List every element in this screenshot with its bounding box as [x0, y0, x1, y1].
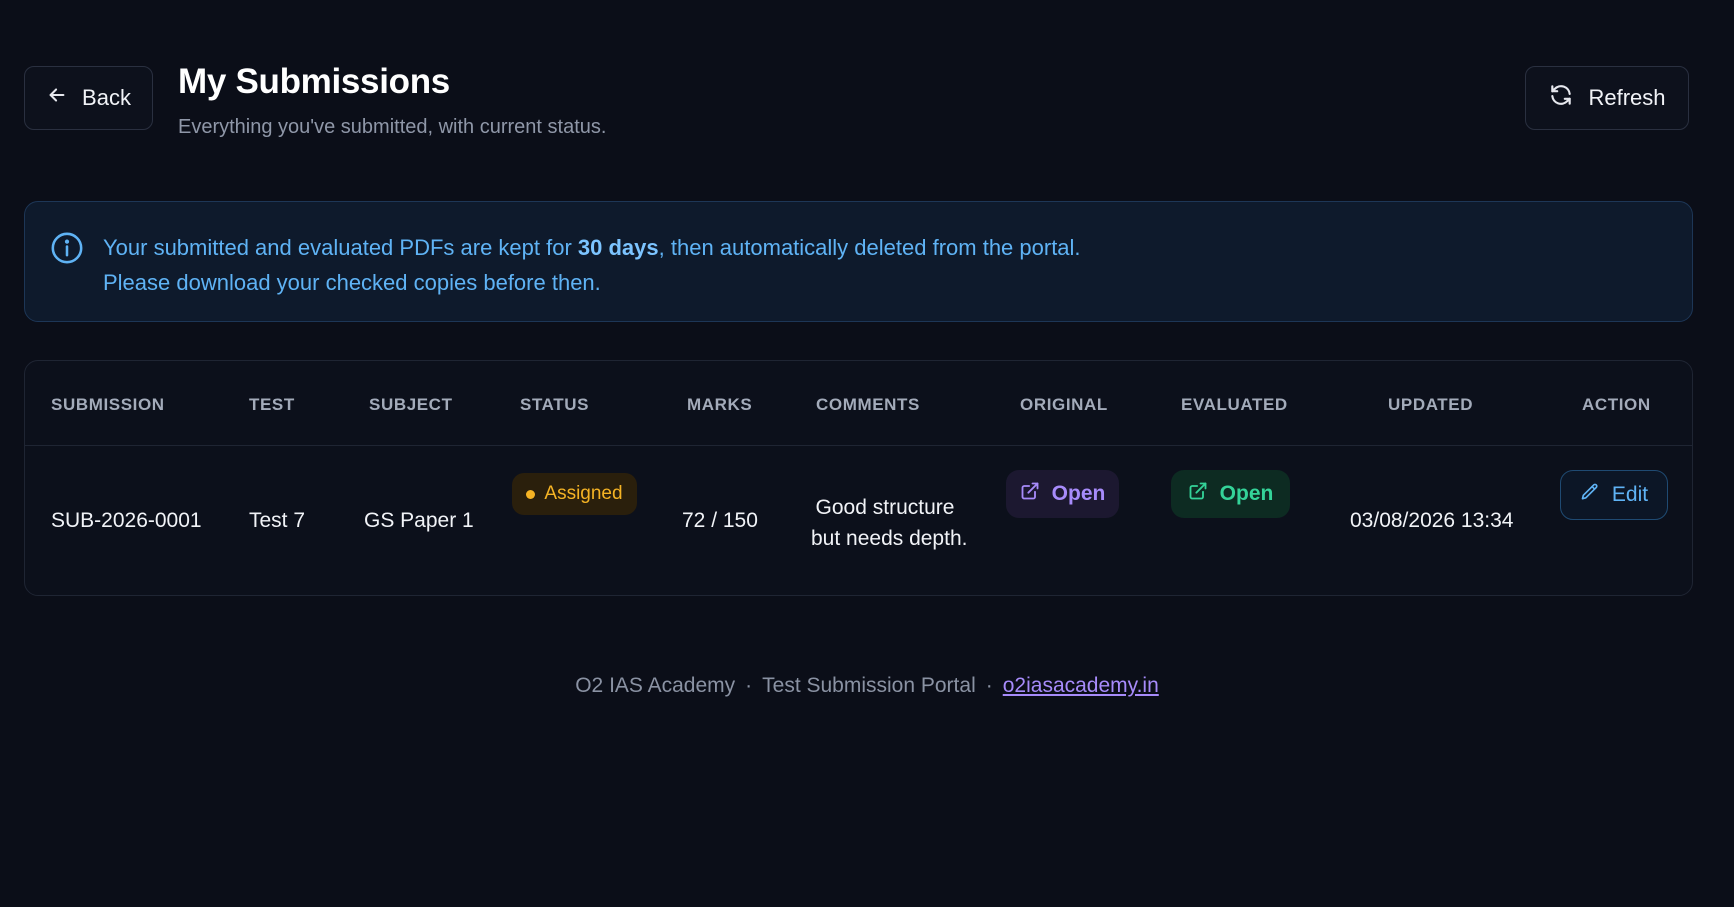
refresh-button-label: Refresh — [1588, 85, 1666, 110]
notice-suffix: , then automatically deleted from the po… — [658, 235, 1081, 260]
page: Back My Submissions Everything you've su… — [0, 0, 1734, 907]
retention-notice-text: Your submitted and evaluated PDFs are ke… — [103, 230, 1081, 300]
column-marks: MARKS — [687, 395, 753, 414]
comments-line1: Good structure — [815, 496, 955, 519]
arrow-left-icon — [46, 84, 68, 112]
edit-button-label: Edit — [1611, 483, 1649, 506]
column-status: STATUS — [520, 395, 590, 414]
info-icon — [50, 231, 84, 270]
updated-timestamp: 03/08/2026 13:34 — [1350, 509, 1514, 532]
subject-name: GS Paper 1 — [364, 509, 474, 532]
back-button[interactable]: Back — [24, 66, 153, 130]
refresh-button[interactable]: Refresh — [1525, 66, 1689, 130]
page-subtitle: Everything you've submitted, with curren… — [178, 116, 607, 138]
status-dot-icon — [526, 489, 536, 499]
footer-portal: Test Submission Portal — [762, 674, 976, 697]
status-label: Assigned — [544, 483, 623, 504]
footer-separator: · — [745, 674, 753, 697]
retention-days: 30 days — [577, 235, 659, 260]
column-comments: COMMENTS — [816, 395, 920, 414]
column-test: TEST — [249, 395, 295, 414]
page-title: My Submissions — [178, 62, 450, 101]
refresh-icon — [1548, 82, 1574, 114]
open-evaluated-label: Open — [1219, 482, 1274, 505]
footer: O2 IAS Academy · Test Submission Portal … — [0, 674, 1734, 698]
status-badge: Assigned — [512, 473, 637, 515]
column-evaluated: EVALUATED — [1181, 395, 1288, 414]
footer-website-link[interactable]: o2iasacademy.in — [1003, 674, 1159, 698]
open-original-label: Open — [1051, 482, 1106, 505]
column-updated: UPDATED — [1388, 395, 1474, 414]
footer-org: O2 IAS Academy — [575, 674, 736, 697]
column-original: ORIGINAL — [1020, 395, 1108, 414]
retention-notice-line1: Your submitted and evaluated PDFs are ke… — [103, 230, 1081, 265]
test-name: Test 7 — [249, 509, 306, 532]
edit-button[interactable]: Edit — [1560, 470, 1668, 520]
back-button-label: Back — [82, 85, 131, 110]
marks-value: 72 / 150 — [682, 509, 758, 532]
comments-line2: but needs depth. — [811, 527, 968, 550]
submissions-table: SUBMISSION TEST SUBJECT STATUS MARKS COM… — [24, 360, 1693, 596]
retention-notice-line2: Please download your checked copies befo… — [103, 270, 601, 295]
comments-cell: Good structure but needs depth. — [811, 492, 968, 554]
notice-prefix: Your submitted and evaluated PDFs are ke… — [103, 235, 578, 260]
column-subject: SUBJECT — [369, 395, 453, 414]
external-link-icon — [1020, 481, 1040, 507]
pencil-icon — [1580, 482, 1600, 508]
open-evaluated-button[interactable]: Open — [1171, 470, 1290, 518]
open-original-button[interactable]: Open — [1006, 470, 1119, 518]
column-submission: SUBMISSION — [51, 395, 165, 414]
footer-separator: · — [985, 674, 993, 697]
retention-notice: Your submitted and evaluated PDFs are ke… — [24, 201, 1693, 322]
column-action: ACTION — [1582, 395, 1651, 414]
external-link-icon — [1188, 481, 1208, 507]
submission-id: SUB-2026-0001 — [51, 509, 202, 532]
table-header: SUBMISSION TEST SUBJECT STATUS MARKS COM… — [25, 361, 1692, 446]
